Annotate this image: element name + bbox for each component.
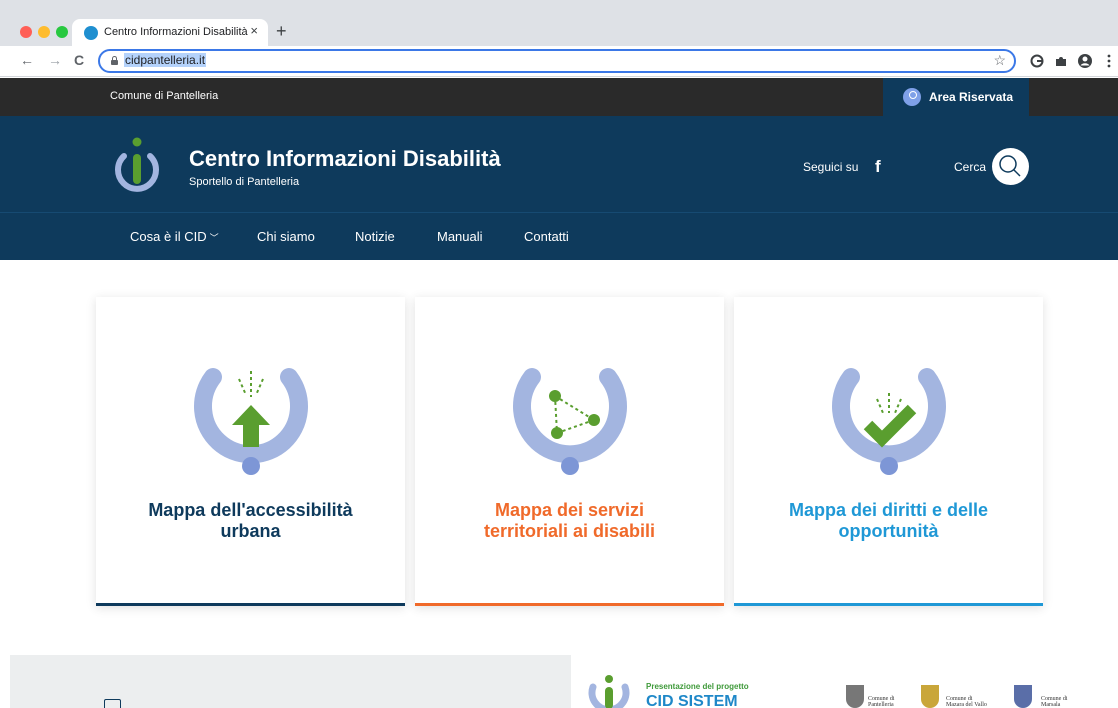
- card-accent-bar: [734, 603, 1043, 606]
- site-subtitle: Sportello di Pantelleria: [189, 176, 300, 188]
- area-riservata-label: Area Riservata: [929, 90, 1014, 104]
- main-nav: Cosa è il CID ﹀ Chi siamo Notizie Manuali…: [0, 212, 1118, 260]
- crest-icon: [846, 685, 864, 708]
- bookmark-star-icon[interactable]: ☆: [993, 52, 1006, 69]
- nav-item-chi-siamo[interactable]: Chi siamo: [257, 229, 315, 244]
- site-top-bar: Comune di Pantelleria Area Riservata: [0, 78, 1118, 116]
- lock-icon: [110, 56, 119, 65]
- maximize-window-button[interactable]: [56, 26, 68, 38]
- comune-name: Comune di Marsala: [1041, 696, 1068, 708]
- url-text[interactable]: cidpantelleria.it: [124, 53, 207, 67]
- google-icon[interactable]: [1030, 54, 1044, 68]
- new-tab-button[interactable]: +: [276, 21, 287, 42]
- crest-icon: [1014, 685, 1032, 708]
- profile-icon[interactable]: [1077, 53, 1093, 69]
- card-title-line: Mappa dei servizi: [494, 500, 645, 520]
- calendar-icon: [104, 699, 121, 708]
- reload-button[interactable]: C: [74, 52, 84, 68]
- card-accent-bar: [96, 603, 405, 606]
- seguici-label: Seguici su: [803, 160, 859, 174]
- tab-close-icon[interactable]: ×: [250, 23, 258, 38]
- card-title: Mappa dell'accessibilità urbana: [106, 500, 395, 542]
- card-title-line: territoriali ai disabili: [483, 521, 656, 541]
- promo-banner[interactable]: Presentazione del progetto CID SISTEM Co…: [571, 655, 1091, 708]
- card-title-line: urbana: [220, 521, 281, 541]
- card-title-line: Mappa dell'accessibilità: [148, 500, 353, 520]
- checkmark-icon: [832, 368, 946, 475]
- user-icon: [903, 88, 921, 106]
- card-title: Mappa dei servizi territoriali ai disabi…: [425, 500, 714, 542]
- site-title[interactable]: Centro Informazioni Disabilità: [189, 146, 501, 172]
- card-diritti[interactable]: Mappa dei diritti e delle opportunità: [734, 297, 1043, 606]
- nav-item-notizie[interactable]: Notizie: [355, 229, 395, 244]
- card-accent-bar: [415, 603, 724, 606]
- menu-kebab-icon[interactable]: [1106, 54, 1112, 68]
- nav-item-manuali[interactable]: Manuali: [437, 229, 483, 244]
- close-window-button[interactable]: [20, 26, 32, 38]
- comune-name: Comune di Pantelleria: [868, 696, 895, 708]
- forward-button[interactable]: →: [48, 52, 62, 68]
- browser-toolbar: ← → C cidpantelleria.it ☆: [0, 46, 1118, 77]
- comune-link[interactable]: Comune di Pantelleria: [110, 90, 218, 102]
- browser-tab[interactable]: Centro Informazioni Disabilità ×: [72, 19, 268, 46]
- card-accessibilita[interactable]: Mappa dell'accessibilità urbana: [96, 297, 405, 606]
- site-header: Centro Informazioni Disabilità Sportello…: [0, 116, 1118, 260]
- nav-item-cosa-e-il-cid[interactable]: Cosa è il CID ﹀: [130, 229, 219, 244]
- back-button[interactable]: ←: [20, 52, 34, 68]
- promo-title: CID SISTEM: [646, 693, 738, 708]
- chevron-down-icon: ﹀: [209, 233, 219, 243]
- network-icon: [513, 368, 627, 475]
- area-riservata-button[interactable]: Area Riservata: [883, 78, 1029, 116]
- nav-item-label: Cosa è il CID: [130, 229, 207, 244]
- favicon-icon: [84, 26, 98, 40]
- nav-item-contatti[interactable]: Contatti: [524, 229, 569, 244]
- tab-title: Centro Informazioni Disabilità: [104, 26, 248, 38]
- comune-name: Comune di Mazara del Vallo: [946, 696, 987, 708]
- browser-tab-bar: Centro Informazioni Disabilità × +: [0, 0, 1118, 46]
- search-button[interactable]: [992, 148, 1029, 185]
- card-title-line: Mappa dei diritti e delle: [788, 500, 989, 520]
- cid-logo-icon[interactable]: [114, 132, 160, 202]
- facebook-icon[interactable]: f: [875, 157, 881, 177]
- card-servizi[interactable]: Mappa dei servizi territoriali ai disabi…: [415, 297, 724, 606]
- arrow-up-icon: [194, 368, 308, 475]
- promo-kicker: Presentazione del progetto: [646, 682, 749, 691]
- address-bar[interactable]: cidpantelleria.it ☆: [98, 49, 1016, 73]
- extensions-puzzle-icon[interactable]: [1054, 54, 1068, 68]
- search-icon: [999, 155, 1021, 177]
- search-label: Cerca: [954, 160, 987, 174]
- cid-logo-icon: [588, 675, 630, 708]
- card-title-line: opportunità: [838, 521, 939, 541]
- card-title: Mappa dei diritti e delle opportunità: [744, 500, 1033, 542]
- crest-icon: [921, 685, 939, 708]
- minimize-window-button[interactable]: [38, 26, 50, 38]
